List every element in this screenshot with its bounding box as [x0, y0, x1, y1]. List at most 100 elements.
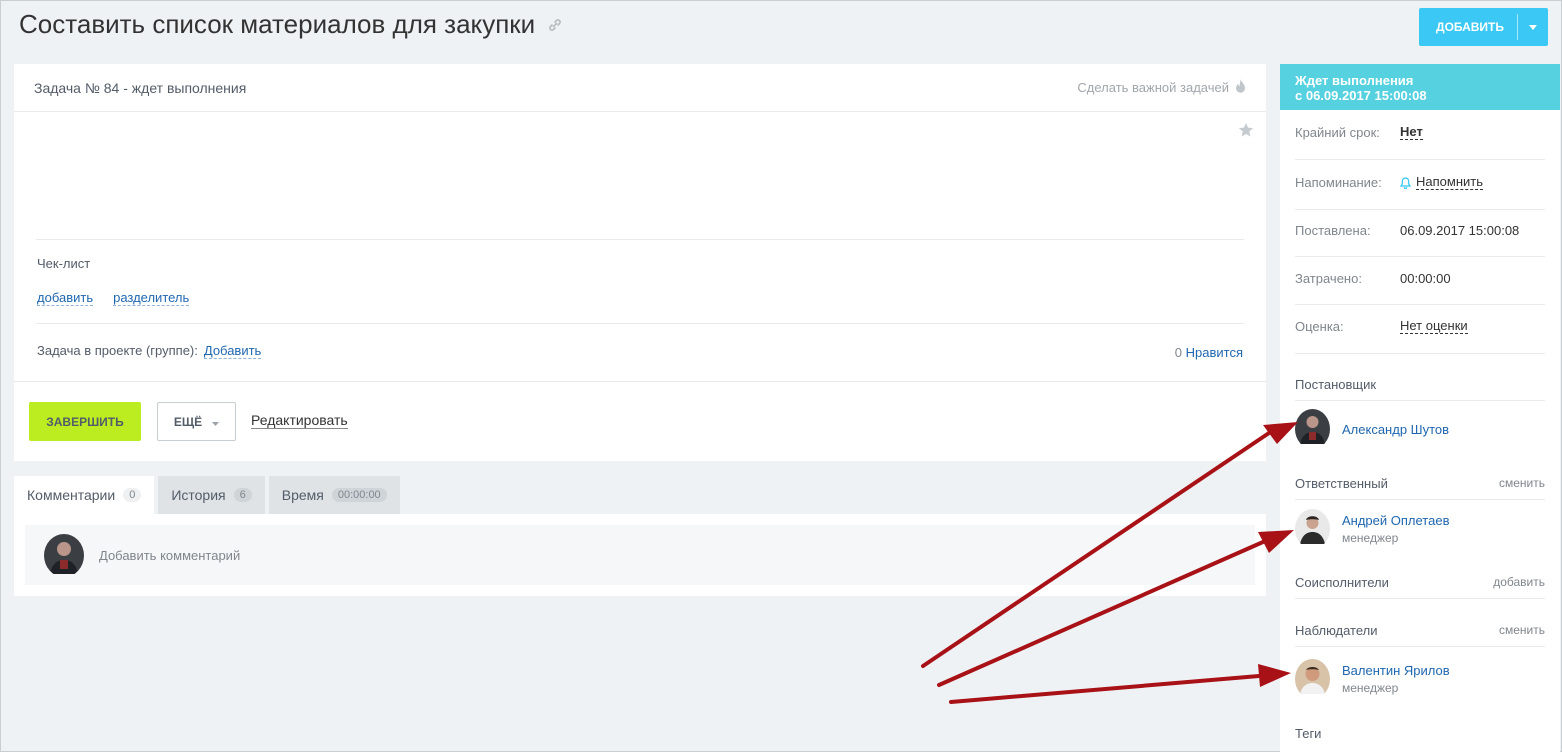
checklist-divider [36, 323, 1244, 324]
actions-divider [14, 381, 1266, 382]
likes-count: 0 [1174, 345, 1182, 360]
responsible-name[interactable]: Андрей Оплетаев [1342, 513, 1449, 528]
tab-count: 0 [123, 488, 142, 502]
created-label: Поставлена: [1295, 223, 1371, 238]
tab-count: 00:00:00 [331, 488, 387, 502]
created-row: Поставлена: 06.09.2017 15:00:08 [1295, 223, 1545, 238]
responsible-section-title: Ответственный сменить [1295, 476, 1545, 491]
creator-person[interactable]: Александр Шутов [1295, 409, 1449, 449]
task-card-header: Задача № 84 - ждет выполнения Сделать ва… [14, 64, 1266, 112]
tab-label: Время [281, 487, 324, 503]
annotation-arrow-observer [949, 674, 1261, 704]
row-divider [1295, 256, 1545, 257]
tags-title: Теги [1295, 726, 1322, 741]
deadline-value[interactable]: Нет [1400, 125, 1423, 140]
comment-panel: Добавить комментарий [14, 514, 1266, 596]
deadline-label: Крайний срок: [1295, 125, 1380, 140]
observers-change-link[interactable]: сменить [1499, 623, 1545, 638]
avatar [1295, 659, 1330, 699]
spent-row: Затрачено: 00:00:00 [1295, 271, 1545, 286]
chevron-down-icon[interactable] [1518, 24, 1548, 30]
observers-title: Наблюдатели [1295, 623, 1378, 638]
coexec-section-title: Соисполнители добавить [1295, 575, 1545, 590]
responsible-change-link[interactable]: сменить [1499, 476, 1545, 491]
responsible-role: менеджер [1342, 531, 1399, 545]
deadline-row: Крайний срок: Нет [1295, 125, 1545, 140]
creator-name[interactable]: Александр Шутов [1342, 422, 1449, 437]
row-divider [1295, 353, 1545, 354]
checklist-separator-link[interactable]: разделитель [113, 290, 190, 306]
creator-section-title: Постановщик [1295, 377, 1545, 392]
row-divider [1295, 159, 1545, 160]
bell-icon [1400, 176, 1411, 189]
link-icon[interactable] [547, 17, 563, 33]
row-divider [1295, 304, 1545, 305]
project-add-link[interactable]: Добавить [203, 343, 262, 359]
likes[interactable]: 0 Нравится [1175, 345, 1243, 360]
rating-row: Оценка: Нет оценки [1295, 319, 1545, 334]
add-button-label: ДОБАВИТЬ [1436, 20, 1504, 34]
observers-section-title: Наблюдатели сменить [1295, 623, 1545, 638]
make-important-label: Сделать важной задачей [1077, 80, 1229, 95]
add-comment-placeholder: Добавить комментарий [99, 547, 241, 563]
tab-label: Комментарии [27, 487, 116, 503]
observer-person[interactable]: Валентин Ярилов менеджер [1295, 659, 1450, 699]
tabs-bar: Комментарии 0 История 6 Время 00:00:00 [14, 476, 400, 514]
checklist-add-link[interactable]: добавить [37, 290, 94, 306]
spent-label: Затрачено: [1295, 271, 1362, 286]
row-divider [1295, 646, 1545, 647]
tab-comments[interactable]: Комментарии 0 [14, 476, 155, 514]
likes-label[interactable]: Нравится [1186, 345, 1243, 360]
avatar [1295, 509, 1330, 549]
status-title: Ждет выполнения [1295, 73, 1414, 88]
star-icon[interactable] [1238, 122, 1254, 143]
edit-link[interactable]: Редактировать [251, 413, 348, 429]
page-title: Составить список материалов для закупки [19, 9, 563, 40]
chevron-down-icon [212, 415, 220, 429]
reminder-label: Напоминание: [1295, 175, 1382, 190]
more-button-label: ЕЩЁ [173, 414, 203, 429]
project-row: Задача в проекте (группе): Добавить [37, 343, 262, 359]
status-since: с 06.09.2017 15:00:08 [1295, 88, 1427, 103]
responsible-person[interactable]: Андрей Оплетаев менеджер [1295, 509, 1449, 549]
checklist-title: Чек-лист [37, 256, 91, 271]
observer-info: Валентин Ярилов менеджер [1342, 663, 1450, 695]
task-sidebar: Ждет выполнения с 06.09.2017 15:00:08 Кр… [1280, 64, 1560, 752]
rating-label: Оценка: [1295, 319, 1344, 334]
row-divider [1295, 400, 1545, 401]
task-status-line: Задача № 84 - ждет выполнения [34, 79, 247, 96]
tab-count: 6 [233, 488, 252, 502]
coexec-add-link[interactable]: добавить [1493, 575, 1545, 590]
page-title-text: Составить список материалов для закупки [19, 9, 536, 39]
created-value: 06.09.2017 15:00:08 [1400, 223, 1520, 238]
reminder-row: Напоминание: Напомнить [1295, 175, 1545, 190]
more-button[interactable]: ЕЩЁ [157, 402, 236, 441]
add-comment-input[interactable]: Добавить комментарий [25, 525, 1255, 585]
tags-section-title: Теги [1295, 726, 1545, 741]
make-important-toggle[interactable]: Сделать важной задачей [1077, 78, 1246, 97]
tab-time[interactable]: Время 00:00:00 [268, 476, 400, 514]
description-divider [36, 239, 1244, 240]
row-divider [1295, 499, 1545, 500]
coexec-title: Соисполнители [1295, 575, 1389, 590]
project-label: Задача в проекте (группе): [37, 343, 198, 358]
reminder-value[interactable]: Напомнить [1416, 175, 1483, 190]
task-card: Задача № 84 - ждет выполнения Сделать ва… [14, 64, 1266, 461]
flame-icon [1235, 78, 1246, 97]
observer-name[interactable]: Валентин Ярилов [1342, 663, 1450, 678]
creator-title: Постановщик [1295, 377, 1377, 392]
tab-history[interactable]: История 6 [158, 476, 265, 514]
status-header: Ждет выполнения с 06.09.2017 15:00:08 [1280, 64, 1560, 110]
row-divider [1295, 209, 1545, 210]
responsible-info: Андрей Оплетаев менеджер [1342, 513, 1449, 545]
add-button[interactable]: ДОБАВИТЬ [1419, 8, 1548, 46]
responsible-title: Ответственный [1295, 476, 1388, 491]
row-divider [1295, 598, 1545, 599]
checklist-actions: добавить разделитель [37, 290, 190, 306]
observer-role: менеджер [1342, 681, 1399, 695]
creator-info: Александр Шутов [1342, 422, 1449, 437]
complete-button[interactable]: ЗАВЕРШИТЬ [29, 402, 141, 441]
tab-label: История [171, 487, 226, 503]
rating-value[interactable]: Нет оценки [1400, 319, 1468, 334]
spent-value: 00:00:00 [1400, 271, 1451, 286]
